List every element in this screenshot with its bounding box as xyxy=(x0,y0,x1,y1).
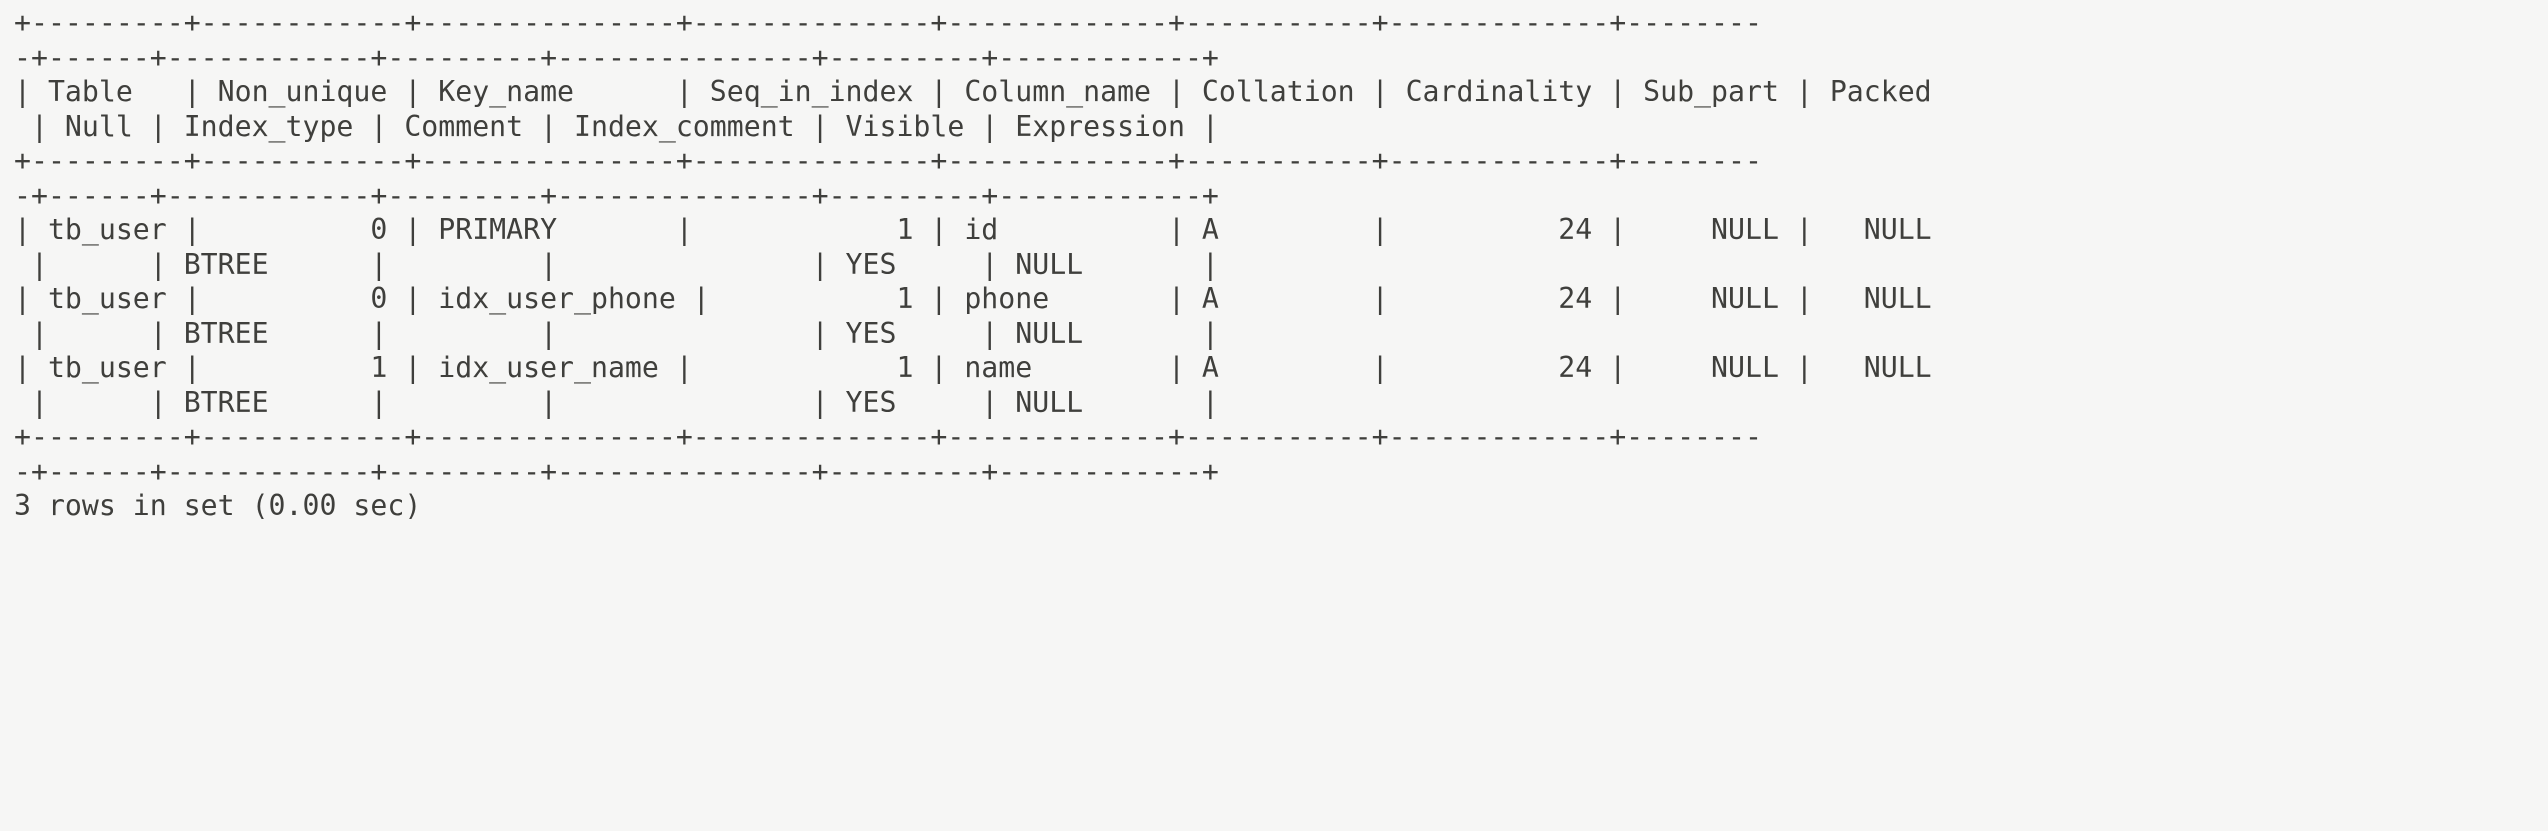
terminal-window[interactable]: +---------+------------+---------------+… xyxy=(0,0,2548,831)
table-row-1-part2: | | BTREE | | | YES | NULL | xyxy=(14,247,1219,281)
table-header-part2: | Null | Index_type | Comment | Index_co… xyxy=(14,109,1219,143)
table-border-header-part2: -+------+------------+---------+--------… xyxy=(14,178,1219,212)
table-row-3-part1: | tb_user | 1 | idx_user_name | 1 | name… xyxy=(14,351,1932,384)
table-row-1-part1: | tb_user | 0 | PRIMARY | 1 | id | A | 2… xyxy=(14,213,1932,246)
table-border-bottom-part1: +---------+------------+---------------+… xyxy=(14,420,1762,453)
status-row-count: 3 rows in set (0.00 sec) xyxy=(14,489,422,522)
table-header-part1: | Table | Non_unique | Key_name | Seq_in… xyxy=(14,75,1932,108)
table-border-top-part1: +---------+------------+---------------+… xyxy=(14,6,1762,39)
table-border-header-part1: +---------+------------+---------------+… xyxy=(14,144,1762,177)
table-border-bottom-part2: -+------+------------+---------+--------… xyxy=(14,454,1219,488)
table-row-3-part2: | | BTREE | | | YES | NULL | xyxy=(14,385,1219,419)
table-row-2-part2: | | BTREE | | | YES | NULL | xyxy=(14,316,1219,350)
table-border-top-part2: -+------+------------+---------+--------… xyxy=(14,40,1219,74)
mysql-query-output: +---------+------------+---------------+… xyxy=(14,6,2548,524)
table-row-2-part1: | tb_user | 0 | idx_user_phone | 1 | pho… xyxy=(14,282,1932,315)
